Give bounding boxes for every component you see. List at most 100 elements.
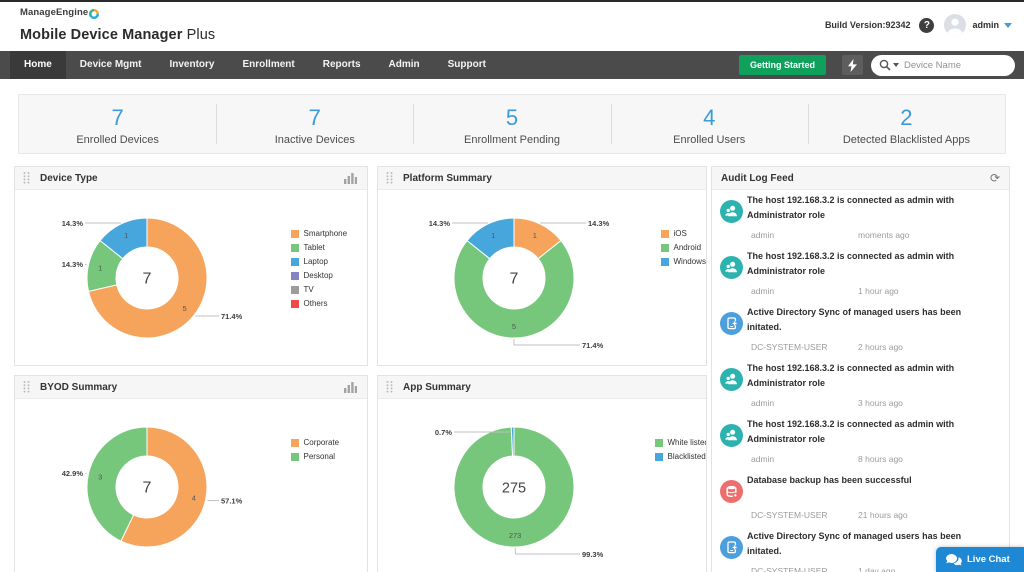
drag-handle-icon[interactable] [23, 171, 30, 185]
card-header: Device Type [15, 167, 367, 190]
nav-tab-device-mgmt[interactable]: Device Mgmt [66, 51, 156, 79]
legend-swatch [291, 258, 299, 266]
audit-meta: DC-SYSTEM-USER21 hours ago [751, 510, 1001, 520]
audit-admin-icon [720, 424, 743, 452]
drag-handle-icon[interactable] [386, 380, 393, 394]
audit-meta: adminmoments ago [751, 230, 1001, 240]
refresh-icon[interactable]: ⟳ [990, 172, 1000, 185]
legend-item-tv[interactable]: TV [291, 283, 347, 297]
chart-type-icon[interactable] [344, 173, 357, 184]
user-caret-icon[interactable] [1004, 23, 1012, 28]
search-scope-caret-icon[interactable] [893, 63, 899, 67]
legend-item-tablet[interactable]: Tablet [291, 241, 347, 255]
live-chat-button[interactable]: Live Chat [936, 547, 1024, 572]
legend-item-blacklisted[interactable]: Blacklisted [655, 450, 707, 464]
stat-detected-blacklisted-apps[interactable]: 2Detected Blacklisted Apps [808, 95, 1005, 153]
nav-tab-home[interactable]: Home [10, 51, 66, 79]
audit-user: admin [751, 398, 858, 408]
legend-item-desktop[interactable]: Desktop [291, 269, 347, 283]
svg-text:1: 1 [124, 231, 128, 240]
search-icon[interactable] [879, 59, 891, 71]
nav-tabs: HomeDevice MgmtInventoryEnrollmentReport… [10, 51, 500, 79]
audit-db-icon [720, 480, 743, 508]
legend-item-windows[interactable]: Windows [661, 255, 706, 269]
nav-tab-reports[interactable]: Reports [309, 51, 375, 79]
drag-handle-icon[interactable] [386, 171, 393, 185]
audit-entry[interactable]: The host 192.168.3.2 is connected as adm… [712, 358, 1009, 414]
legend-swatch [291, 453, 299, 461]
stat-enrolled-devices[interactable]: 7Enrolled Devices [19, 95, 216, 153]
audit-time: 2 hours ago [858, 342, 1001, 352]
donut-chart-platform[interactable]: 15114.3%71.4%14.3%7iOSAndroidWindows [378, 190, 706, 365]
stat-value: 7 [216, 106, 413, 129]
legend-item-corporate[interactable]: Corporate [291, 436, 339, 450]
audit-entry[interactable]: The host 192.168.3.2 is connected as adm… [712, 190, 1009, 246]
legend-label: Corporate [304, 436, 340, 450]
donut-chart-device[interactable]: 51171.4%14.3%14.3%7SmartphoneTabletLapto… [15, 190, 367, 365]
logo[interactable]: ManageEngine Mobile Device Manager Plus [20, 7, 215, 43]
nav-tab-inventory[interactable]: Inventory [155, 51, 228, 79]
nav-tab-admin[interactable]: Admin [375, 51, 434, 79]
stat-enrolled-users[interactable]: 4Enrolled Users [611, 95, 808, 153]
stat-value: 5 [413, 106, 610, 129]
help-icon[interactable]: ? [919, 18, 934, 33]
legend-item-laptop[interactable]: Laptop [291, 255, 347, 269]
nav-tab-enrollment[interactable]: Enrollment [229, 51, 309, 79]
quick-actions-button[interactable] [842, 55, 863, 75]
donut-chart-app[interactable]: 27399.3%0.7%275White listedBlacklisted [378, 399, 706, 572]
legend-item-ios[interactable]: iOS [661, 227, 706, 241]
avatar[interactable] [944, 14, 966, 36]
audit-entry[interactable]: The host 192.168.3.2 is connected as adm… [712, 246, 1009, 302]
legend-swatch [291, 286, 299, 294]
stat-inactive-devices[interactable]: 7Inactive Devices [216, 95, 413, 153]
drag-handle-icon[interactable] [23, 380, 30, 394]
card-title: Device Type [40, 173, 98, 184]
stat-enrollment-pending[interactable]: 5Enrollment Pending [413, 95, 610, 153]
main-nav: HomeDevice MgmtInventoryEnrollmentReport… [0, 51, 1024, 79]
legend-item-smartphone[interactable]: Smartphone [291, 227, 347, 241]
topbar-actions: Build Version:92342 ? admin [825, 2, 1012, 48]
chart-type-icon[interactable] [344, 382, 357, 393]
legend-item-white-listed[interactable]: White listed [655, 436, 707, 450]
card-header: Platform Summary [378, 167, 706, 190]
chart-legend: White listedBlacklisted [655, 436, 707, 464]
legend-swatch [661, 258, 669, 266]
donut-chart-byod[interactable]: 4357.1%42.9%7CorporatePersonal [15, 399, 367, 572]
audit-entry[interactable]: Active Directory Sync of managed users h… [712, 302, 1009, 358]
audit-message: Database backup has been successful [747, 473, 975, 488]
device-search[interactable] [871, 55, 1015, 76]
search-input[interactable] [904, 60, 1004, 71]
brand-swirl-icon [89, 6, 99, 24]
live-chat-label: Live Chat [967, 554, 1010, 565]
svg-text:14.3%: 14.3% [62, 260, 84, 269]
svg-text:14.3%: 14.3% [588, 219, 610, 228]
chart-legend: CorporatePersonal [291, 436, 339, 464]
svg-text:275: 275 [502, 481, 526, 497]
audit-sync-icon [720, 312, 743, 340]
legend-item-others[interactable]: Others [291, 297, 347, 311]
svg-text:273: 273 [509, 531, 522, 540]
product-title-bold: Mobile Device Manager [20, 27, 182, 43]
audit-message: The host 192.168.3.2 is connected as adm… [747, 417, 975, 447]
audit-admin-icon [720, 368, 743, 396]
svg-text:4: 4 [192, 494, 196, 503]
legend-item-personal[interactable]: Personal [291, 450, 339, 464]
audit-entry[interactable]: The host 192.168.3.2 is connected as adm… [712, 414, 1009, 470]
audit-time: moments ago [858, 230, 1001, 240]
topbar: ManageEngine Mobile Device Manager Plus … [0, 2, 1024, 51]
user-menu[interactable]: admin [972, 20, 999, 30]
card-header: App Summary [378, 376, 706, 399]
donut-svg: 4357.1%42.9%7 [15, 399, 365, 572]
svg-text:7: 7 [143, 271, 152, 288]
nav-tab-support[interactable]: Support [434, 51, 500, 79]
getting-started-button[interactable]: Getting Started [739, 55, 826, 75]
legend-label: Android [674, 241, 702, 255]
legend-label: Tablet [304, 241, 325, 255]
audit-entry[interactable]: Database backup has been successful DC-SY… [712, 470, 1009, 526]
legend-swatch [661, 244, 669, 252]
svg-text:5: 5 [512, 322, 516, 331]
legend-item-android[interactable]: Android [661, 241, 706, 255]
card-title: BYOD Summary [40, 382, 117, 393]
legend-label: Blacklisted [668, 450, 706, 464]
legend-swatch [655, 439, 663, 447]
